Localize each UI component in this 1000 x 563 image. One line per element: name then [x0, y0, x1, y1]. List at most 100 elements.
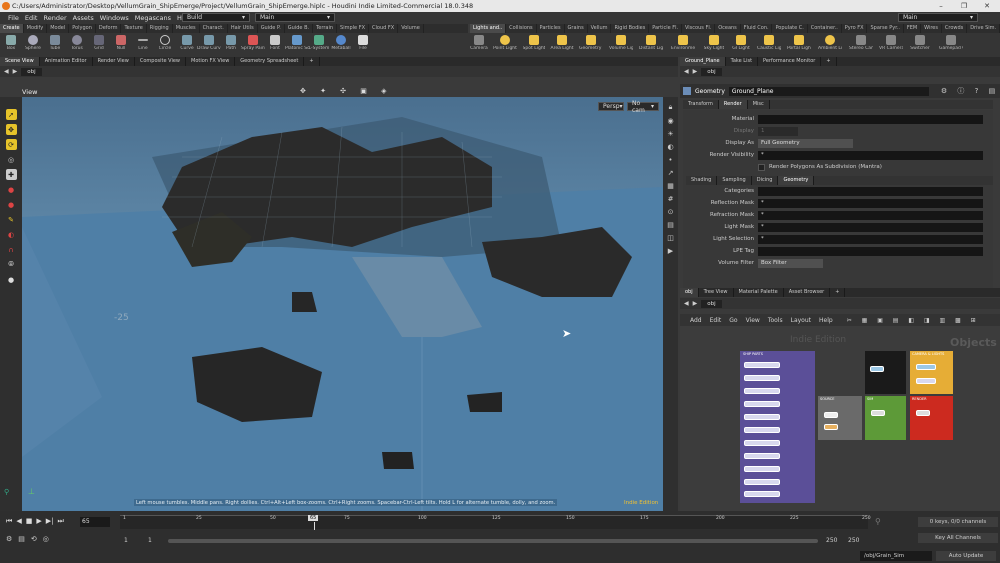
distant-light-tool[interactable]: Distant Light — [636, 33, 666, 57]
guide-icon[interactable]: ⊙ — [665, 207, 676, 216]
pose-tool-icon[interactable]: ◎ — [6, 154, 17, 165]
node[interactable] — [744, 362, 780, 368]
shelf-tab[interactable]: Deform — [96, 24, 122, 33]
persp-menu[interactable]: Persp ▾ — [598, 102, 624, 111]
shelf-tab[interactable]: Volume — [398, 24, 424, 33]
tab-geometry[interactable]: Geometry — [778, 176, 815, 185]
viewport-tools-icon[interactable]: ✥ ✦ ✣ ▣ ◈ — [300, 87, 393, 95]
move-tool-icon[interactable]: ✥ — [5, 124, 17, 135]
menu-render[interactable]: Render — [43, 14, 66, 22]
auto-update-menu[interactable]: Auto Update — [936, 551, 996, 561]
tab-asset-browser[interactable]: Asset Browser — [784, 288, 831, 297]
path-field[interactable]: obj — [701, 67, 722, 76]
tab-dicing[interactable]: Dicing — [752, 176, 779, 185]
handle-tool-icon[interactable]: ✚ — [5, 169, 17, 180]
play-button[interactable]: ▶ — [36, 517, 41, 526]
shelf-tab[interactable]: Particles — [537, 24, 565, 33]
add-tab-button[interactable]: + — [821, 57, 837, 66]
node[interactable] — [824, 424, 838, 430]
shelf-tab[interactable]: Muscles — [173, 24, 200, 33]
switcher-tool[interactable]: Switcher — [906, 33, 934, 57]
add-tab-button[interactable]: + — [304, 57, 320, 66]
desktop-selector-right[interactable]: Main ▾ — [898, 13, 978, 22]
lock-camera-icon[interactable]: 🔒︎ — [665, 103, 676, 112]
lock-tool-icon[interactable]: ● — [6, 274, 17, 285]
realtime-toggle-icon[interactable]: ⚙ — [6, 535, 12, 543]
back-arrow-icon[interactable]: ◀ — [684, 68, 689, 75]
spray-paint-tool[interactable]: Spray Paint — [241, 33, 265, 57]
last-frame-button[interactable]: ⏭ — [57, 517, 63, 526]
menu-help[interactable]: Help — [819, 317, 833, 324]
camera-tool[interactable]: Camera — [468, 33, 490, 57]
metaball-tool[interactable]: Metaball — [330, 33, 352, 57]
point-display-icon[interactable]: • — [665, 155, 676, 164]
shelf-tab[interactable]: Texture — [121, 24, 147, 33]
tube-tool[interactable]: Tube — [44, 33, 66, 57]
font-tool[interactable]: Font — [264, 33, 286, 57]
tab-material-palette[interactable]: Material Palette — [734, 288, 784, 297]
box-tool[interactable]: Box — [0, 33, 22, 57]
keyframe-icon[interactable]: ⚲ — [875, 517, 881, 526]
tab-render-view[interactable]: Render View — [93, 57, 135, 66]
reverse-play-button[interactable]: ◀ — [16, 517, 21, 526]
menu-layout[interactable]: Layout — [791, 317, 811, 324]
sync-icon[interactable]: ◎ — [43, 535, 49, 543]
normals-icon[interactable]: ↗ — [665, 168, 676, 177]
shelf-tab[interactable]: Wires — [921, 24, 942, 33]
forward-arrow-icon[interactable]: ▶ — [693, 68, 698, 75]
network-box-camera[interactable] — [865, 351, 906, 394]
param-header-icons[interactable]: ⚙ ⓘ ? ▤ — [941, 86, 999, 96]
shelf-tab[interactable]: Container.. — [808, 24, 842, 33]
menu-file[interactable]: File — [8, 14, 19, 22]
tab-animation-editor[interactable]: Animation Editor — [40, 57, 93, 66]
tab-motion-fx-view[interactable]: Motion FX View — [186, 57, 236, 66]
caustic-light-tool[interactable]: Caustic Light — [754, 33, 784, 57]
gamepad-camera-tool[interactable]: Gamepad Camera — [934, 33, 968, 57]
shelf-tab[interactable]: Crowds — [942, 24, 968, 33]
select-tool-icon[interactable]: ➚ — [5, 109, 17, 120]
light-selection-field[interactable]: * — [758, 234, 983, 244]
shelf-tab[interactable]: Guide P. — [258, 24, 285, 33]
file-tool[interactable]: File — [352, 33, 374, 57]
tab-misc[interactable]: Misc — [748, 100, 770, 109]
start-frame-field[interactable]: 1 — [124, 537, 128, 544]
shelf-tab[interactable]: Terrain — [313, 24, 338, 33]
network-box-lights[interactable]: CAMERA & LIGHTS — [910, 351, 953, 394]
end-frame-field-2[interactable]: 250 — [848, 537, 859, 544]
shelf-tab[interactable]: Simple FX — [337, 24, 369, 33]
wire-icon[interactable]: ▦ — [665, 181, 676, 190]
draw-curve-tool[interactable]: Draw Curve — [197, 33, 221, 57]
display-field[interactable]: 1 — [758, 126, 798, 136]
back-arrow-icon[interactable]: ◀ — [4, 68, 9, 75]
node[interactable] — [744, 414, 780, 420]
tab-obj[interactable]: obj — [680, 288, 699, 297]
node[interactable] — [870, 366, 884, 372]
volume-light-tool[interactable]: Volume Light — [606, 33, 636, 57]
shelf-tab[interactable]: Model — [47, 24, 70, 33]
lsystem-tool[interactable]: L-System — [308, 33, 330, 57]
sphere-tool[interactable]: Sphere — [22, 33, 44, 57]
magnet-tool-icon[interactable]: ∩ — [6, 244, 17, 255]
portal-light-tool[interactable]: Portal Light — [784, 33, 814, 57]
grid-tool[interactable]: Grid — [88, 33, 110, 57]
network-editor[interactable]: Indie Edition Objects SHIP PARTS CAMERA … — [680, 326, 1000, 511]
render-visibility-field[interactable]: * — [758, 150, 983, 160]
null-tool[interactable]: Null — [110, 33, 132, 57]
shelf-tab[interactable]: Polygon — [69, 24, 96, 33]
end-frame-field[interactable]: 250 — [826, 537, 837, 544]
node[interactable] — [744, 375, 780, 381]
forward-arrow-icon[interactable]: ▶ — [693, 300, 698, 307]
reflection-mask-field[interactable]: * — [758, 198, 983, 208]
loop-icon[interactable]: ⟲ — [31, 535, 37, 543]
vr-camera-tool[interactable]: VR Camera — [876, 33, 906, 57]
path-field[interactable]: obj — [21, 67, 42, 76]
menu-windows[interactable]: Windows — [100, 14, 129, 22]
shelf-tab[interactable]: Modify — [24, 24, 48, 33]
circle-tool[interactable]: Circle — [154, 33, 176, 57]
menu-assets[interactable]: Assets — [73, 14, 94, 22]
display-as-dropdown[interactable]: Full Geometry — [758, 138, 853, 148]
current-frame-field[interactable]: 65 — [80, 517, 110, 527]
sim-path-field[interactable]: /obj/Grain_Sim — [860, 551, 932, 561]
path-field[interactable]: obj — [701, 299, 722, 308]
shelf-tab[interactable]: Cloud FX — [369, 24, 399, 33]
